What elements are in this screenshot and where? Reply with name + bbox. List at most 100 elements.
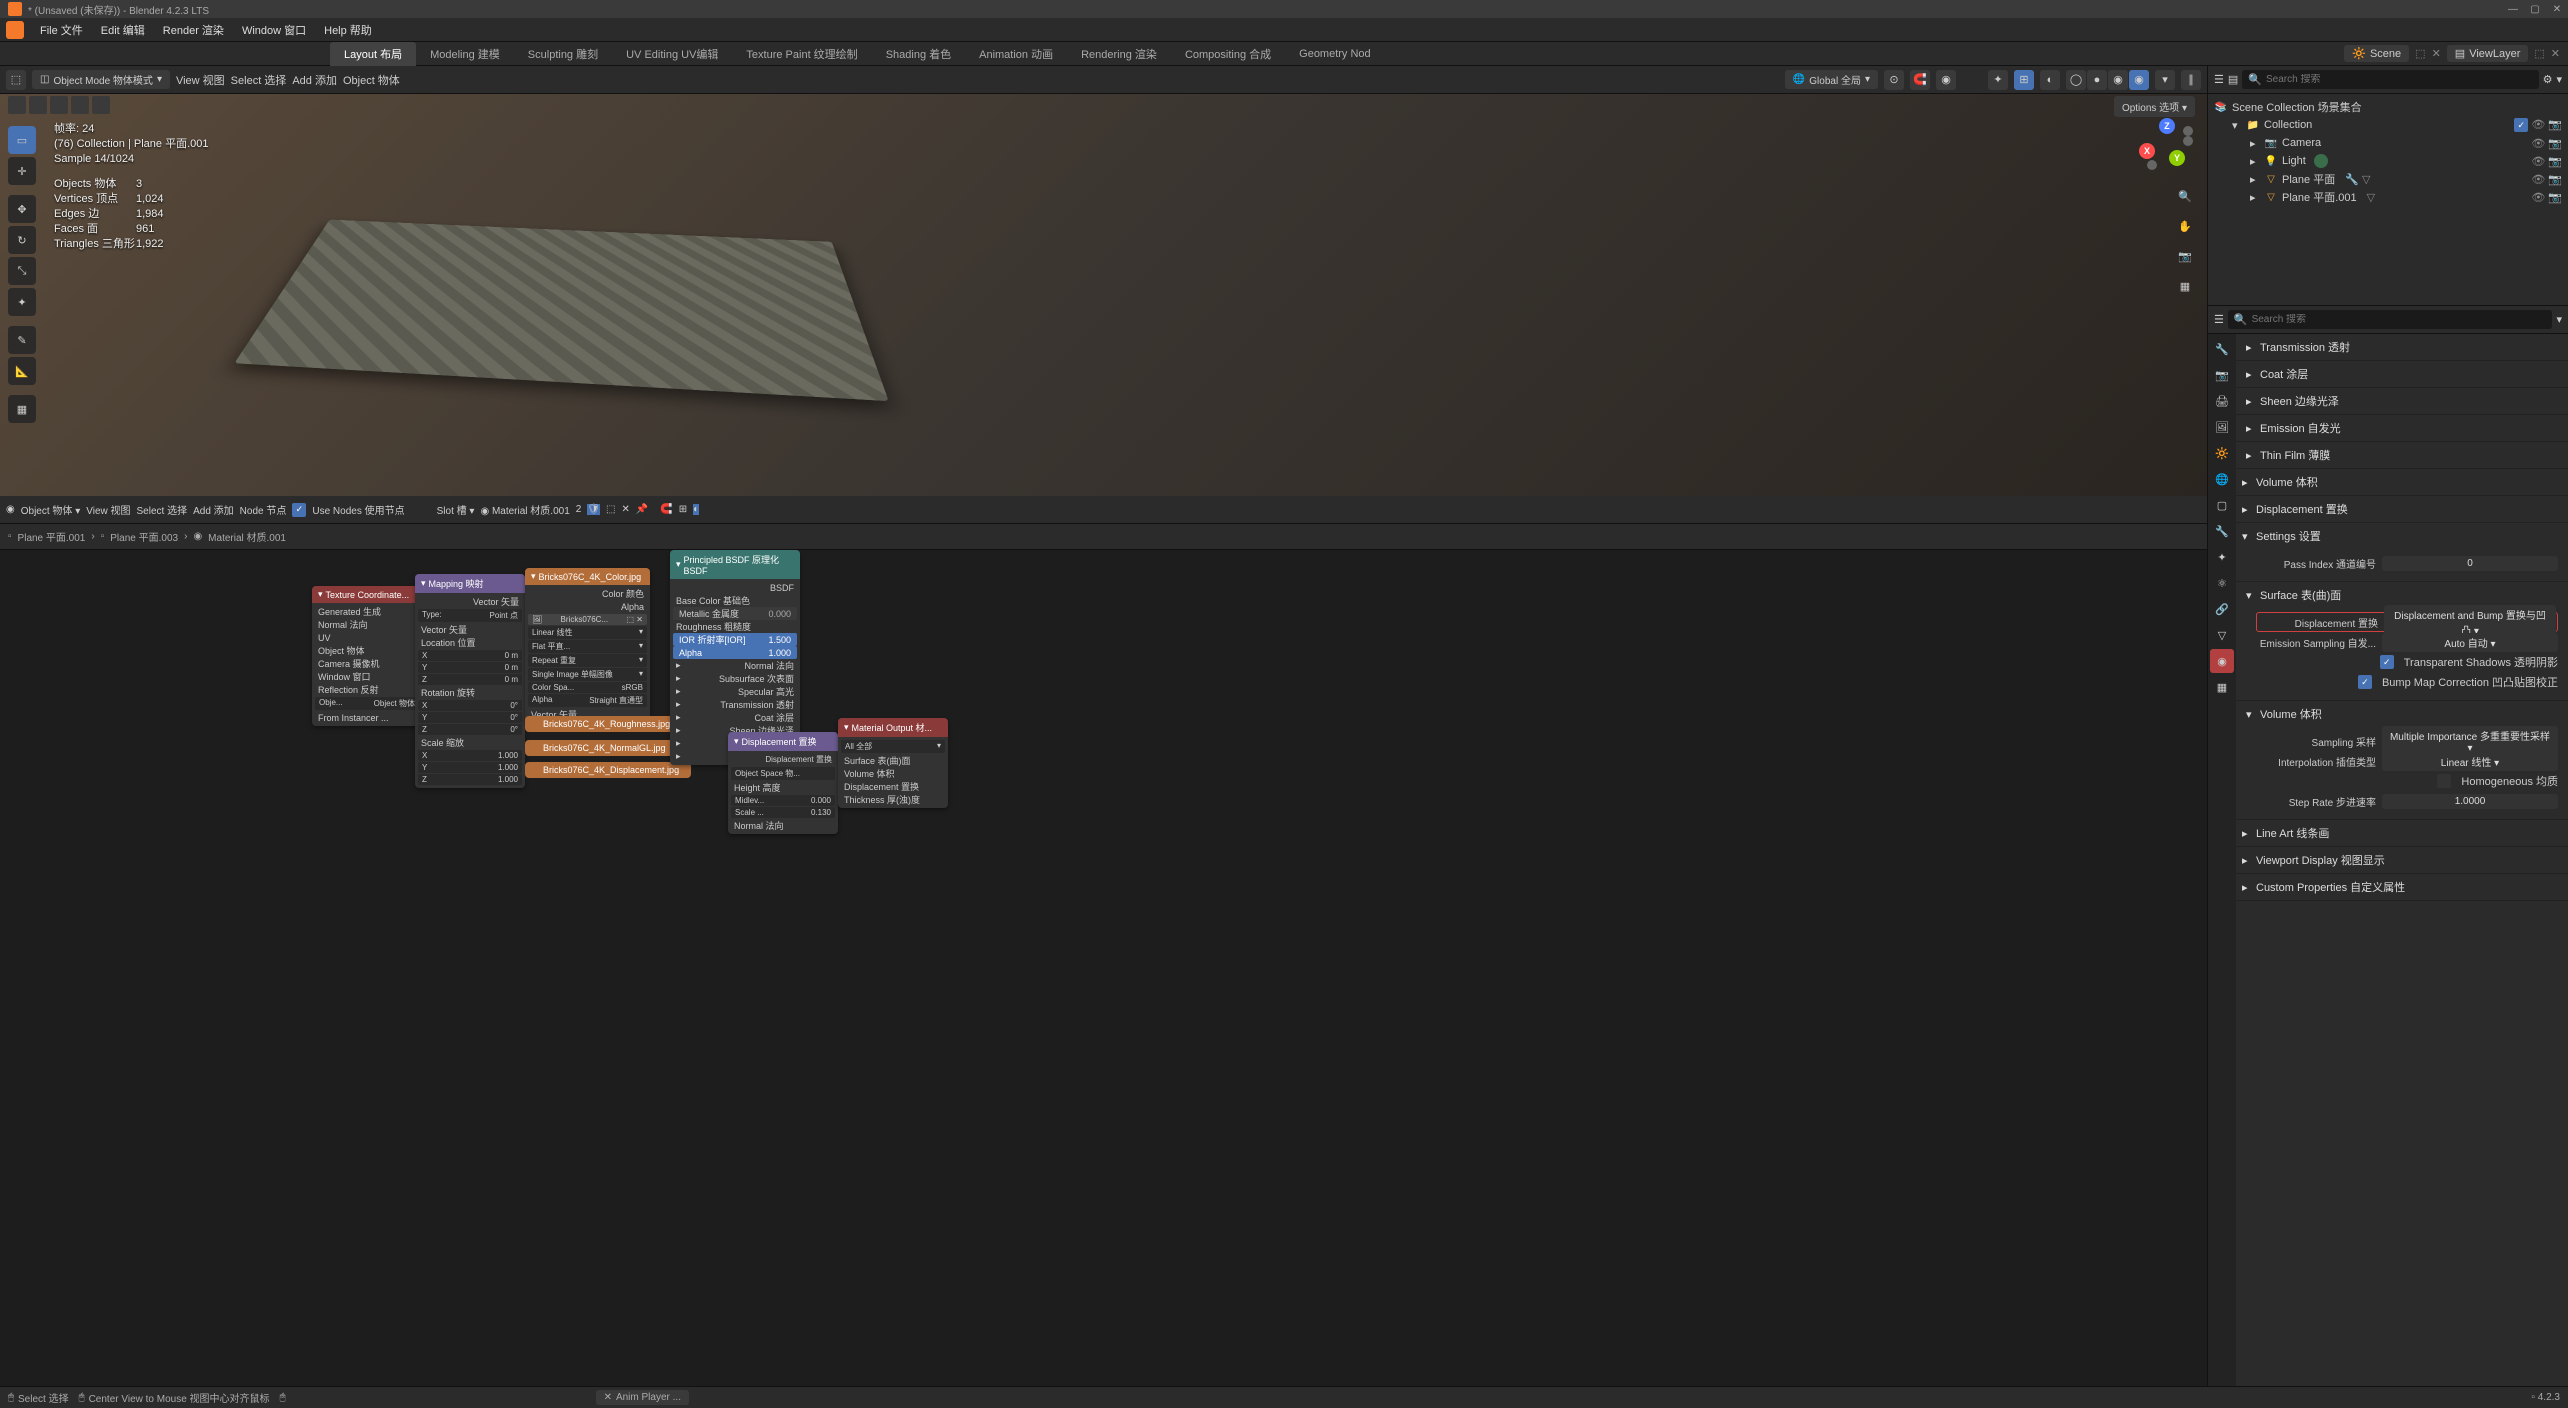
sec-volume[interactable]: ▸Volume 体积 <box>2236 469 2568 495</box>
outliner-search[interactable]: 🔍 <box>2242 70 2538 89</box>
tab-compositing[interactable]: Compositing 合成 <box>1171 42 1285 66</box>
tree-item-light[interactable]: ▸💡Light👁📷 <box>2208 152 2568 170</box>
node-image-texture-color[interactable]: ▾Bricks076C_4K_Color.jpg Color 颜色 Alpha … <box>525 568 650 723</box>
sel-mode-4[interactable] <box>71 96 89 114</box>
editor-type-icon[interactable]: ☰ <box>2214 73 2224 86</box>
tab-constraints[interactable]: 🔗 <box>2210 597 2234 621</box>
editor-type-icon[interactable]: ☰ <box>2214 313 2224 326</box>
new-collection-icon[interactable]: ▾ <box>2556 73 2562 86</box>
sec-custom-props[interactable]: ▸Custom Properties 自定义属性 <box>2236 874 2568 900</box>
snap-node-icon[interactable]: 🧲 <box>660 504 672 515</box>
pass-index-value[interactable]: 0 <box>2382 556 2558 571</box>
options-dropdown[interactable]: Options 选项 ▾ <box>2114 96 2195 117</box>
tool-select-box[interactable]: ▭ <box>8 126 36 154</box>
sec-viewport-display[interactable]: ▸Viewport Display 视图显示 <box>2236 847 2568 873</box>
orientation-selector[interactable]: 🌐Global 全局 ▾ <box>1785 70 1878 89</box>
sec-thinfilm[interactable]: ▸Thin Film 薄膜 <box>2236 442 2568 468</box>
search-input[interactable] <box>2252 314 2547 325</box>
tab-shading[interactable]: Shading 着色 <box>872 42 965 66</box>
shading-dropdown-icon[interactable]: ▾ <box>2155 70 2175 90</box>
tree-item-plane-001[interactable]: ▸▽Plane 平面.001▽👁📷 <box>2208 188 2568 206</box>
transparent-shadows-check[interactable]: ✓ <box>2380 655 2394 669</box>
ne-add[interactable]: Add 添加 <box>193 502 234 517</box>
filter-icon[interactable]: ⚙ <box>2543 73 2553 86</box>
tool-add-cube[interactable]: ▦ <box>8 395 36 423</box>
tab-viewlayer[interactable]: 🖼 <box>2210 415 2234 439</box>
sel-mode-5[interactable] <box>92 96 110 114</box>
crumb-object[interactable]: Plane 平面.001 <box>18 529 86 544</box>
fake-user-icon[interactable]: 🛡 <box>587 504 600 515</box>
node-image-normal[interactable]: Bricks076C_4K_NormalGL.jpg <box>525 740 678 756</box>
backdrop-icon[interactable]: ◐ <box>693 504 699 515</box>
crumb-mesh[interactable]: Plane 平面.003 <box>110 529 178 544</box>
ne-mode[interactable]: Object 物体 ▾ <box>21 502 81 517</box>
options-icon[interactable]: ▾ <box>2556 313 2562 326</box>
tree-item-plane[interactable]: ▸▽Plane 平面🔧 ▽👁📷 <box>2208 170 2568 188</box>
sec-sheen[interactable]: ▸Sheen 边缘光泽 <box>2236 388 2568 414</box>
menu-help[interactable]: Help 帮助 <box>316 19 380 41</box>
tab-physics[interactable]: ⚛ <box>2210 571 2234 595</box>
slot-selector[interactable]: Slot 槽 ▾ <box>437 502 475 517</box>
pivot-icon[interactable]: ⊙ <box>1884 70 1904 90</box>
node-displacement[interactable]: ▾Displacement 置换 Displacement 置换 Object … <box>728 732 838 834</box>
viewlayer-field[interactable]: ▤ViewLayer <box>2447 45 2529 62</box>
tool-move[interactable]: ✥ <box>8 195 36 223</box>
sel-mode-2[interactable] <box>29 96 47 114</box>
shading-matprev-icon[interactable]: ◉ <box>2108 70 2128 90</box>
close-icon[interactable]: ✕ <box>604 1392 612 1403</box>
crumb-material[interactable]: Material 材质.001 <box>208 529 286 544</box>
tab-layout[interactable]: Layout 布局 <box>330 42 416 66</box>
editor-type-icon[interactable]: ⬚ <box>6 70 26 90</box>
close-icon[interactable]: ✕ <box>2550 2 2564 16</box>
tab-rendering[interactable]: Rendering 渲染 <box>1067 42 1171 66</box>
xray-icon[interactable]: ◐ <box>2040 70 2060 90</box>
menu-window[interactable]: Window 窗口 <box>234 19 314 41</box>
nav-gizmo[interactable]: Z X Y <box>2139 118 2195 174</box>
gizmo-y[interactable]: Y <box>2169 150 2185 166</box>
vp-view[interactable]: View 视图 <box>176 72 225 88</box>
tree-scene-collection[interactable]: 📚Scene Collection 场景集合 <box>2208 98 2568 116</box>
node-mapping[interactable]: ▾Mapping 映射 Vector 矢量 Type:Point 点 Vecto… <box>415 574 525 788</box>
ne-node[interactable]: Node 节点 <box>240 502 287 517</box>
step-rate-value[interactable]: 1.0000 <box>2382 794 2558 809</box>
shading-solid-icon[interactable]: ● <box>2087 70 2107 90</box>
overlay-node-icon[interactable]: ⊞ <box>679 504 687 515</box>
sel-mode-3[interactable] <box>50 96 68 114</box>
properties-search[interactable]: 🔍 <box>2228 310 2553 329</box>
tab-mesh[interactable]: ▽ <box>2210 623 2234 647</box>
tool-scale[interactable]: ⤡ <box>8 257 36 285</box>
blender-logo-icon[interactable] <box>6 21 24 39</box>
tab-material[interactable]: ◉ <box>2210 649 2234 673</box>
zoom-icon[interactable]: 🔍 <box>2175 186 2195 206</box>
tree-item-camera[interactable]: ▸📷Camera👁📷 <box>2208 134 2568 152</box>
sec-transmission[interactable]: ▸Transmission 透射 <box>2236 334 2568 360</box>
tab-texture[interactable]: Texture Paint 纹理绘制 <box>732 42 871 66</box>
ne-select[interactable]: Select 选择 <box>137 502 188 517</box>
tab-scene[interactable]: 🔆 <box>2210 441 2234 465</box>
sec-displacement[interactable]: ▸Displacement 置换 <box>2236 496 2568 522</box>
tab-modeling[interactable]: Modeling 建模 <box>416 42 514 66</box>
menu-edit[interactable]: Edit 编辑 <box>93 19 153 41</box>
pan-icon[interactable]: ✋ <box>2175 216 2195 236</box>
unlink-icon[interactable]: ✕ <box>621 504 629 515</box>
tree-collection[interactable]: ▾📁Collection✓👁📷 <box>2208 116 2568 134</box>
tab-world[interactable]: 🌐 <box>2210 467 2234 491</box>
menu-render[interactable]: Render 渲染 <box>155 19 232 41</box>
tab-sculpting[interactable]: Sculpting 雕刻 <box>514 42 612 66</box>
tool-measure[interactable]: 📐 <box>8 357 36 385</box>
menu-file[interactable]: File 文件 <box>32 19 91 41</box>
scene-new-icon[interactable]: ✕ <box>2432 47 2441 60</box>
shading-rendered-icon[interactable]: ◉ <box>2129 70 2149 90</box>
node-image-displacement[interactable]: Bricks076C_4K_Displacement.jpg <box>525 762 691 778</box>
vp-add[interactable]: Add 添加 <box>292 72 337 88</box>
homogeneous-check[interactable] <box>2437 774 2451 788</box>
tab-tool[interactable]: 🔧 <box>2210 337 2234 361</box>
overlay-toggle-icon[interactable]: ⊞ <box>2014 70 2034 90</box>
tool-cursor[interactable]: ✛ <box>8 157 36 185</box>
tab-render[interactable]: 📷 <box>2210 363 2234 387</box>
interp-dropdown[interactable]: Linear 线性 ▾ <box>2382 752 2558 771</box>
gizmo-x[interactable]: X <box>2139 143 2155 159</box>
sec-emission[interactable]: ▸Emission 自发光 <box>2236 415 2568 441</box>
node-image-roughness[interactable]: Bricks076C_4K_Roughness.jpg <box>525 716 682 732</box>
node-canvas[interactable]: ▾Texture Coordinate... Generated 生成 Norm… <box>0 550 2207 1386</box>
